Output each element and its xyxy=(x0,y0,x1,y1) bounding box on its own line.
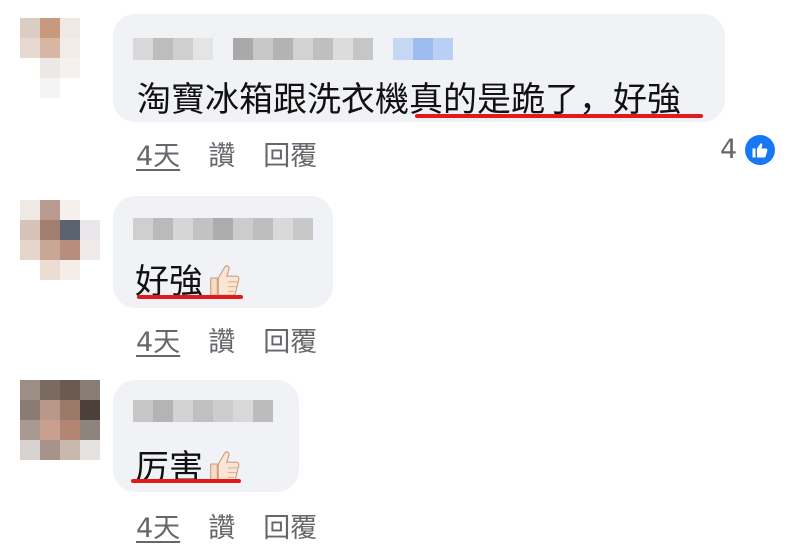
like-button[interactable]: 讚 xyxy=(208,513,235,544)
reaction-count: 4 xyxy=(720,134,738,165)
reaction-summary[interactable]: 4 xyxy=(720,134,776,165)
comment-text: 厉害 xyxy=(135,440,243,494)
author-name-redacted[interactable] xyxy=(133,400,273,422)
comment-bubble: 淘寶冰箱跟洗衣機真的是跪了，好強 xyxy=(113,14,725,122)
like-button[interactable]: 讚 xyxy=(208,327,235,358)
comment-bubble: 好強 xyxy=(113,196,333,308)
comment-bubble: 厉害 xyxy=(113,380,299,492)
author-name-redacted[interactable] xyxy=(133,218,313,240)
highlight-underline xyxy=(137,295,243,299)
highlight-underline xyxy=(415,114,703,118)
highlight-underline xyxy=(131,479,241,483)
like-button[interactable]: 讚 xyxy=(208,141,235,172)
avatar[interactable] xyxy=(20,18,100,98)
reply-button[interactable]: 回覆 xyxy=(263,141,317,172)
comment-text: 好強 xyxy=(135,254,243,308)
reply-button[interactable]: 回覆 xyxy=(263,327,317,358)
thumbs-up-icon xyxy=(205,447,243,494)
comment-actions: 4天讚回覆 xyxy=(136,134,345,173)
like-icon xyxy=(745,134,776,165)
reply-button[interactable]: 回覆 xyxy=(263,513,317,544)
comment-actions: 4天讚回覆 xyxy=(136,320,345,359)
avatar[interactable] xyxy=(20,380,100,460)
timestamp-link[interactable]: 4天 xyxy=(136,327,180,358)
author-name-redacted[interactable] xyxy=(133,38,453,60)
thumbs-up-icon xyxy=(205,261,243,308)
timestamp-link[interactable]: 4天 xyxy=(136,141,180,172)
timestamp-link[interactable]: 4天 xyxy=(136,513,180,544)
comment-actions: 4天讚回覆 xyxy=(136,506,345,545)
avatar[interactable] xyxy=(20,200,100,280)
